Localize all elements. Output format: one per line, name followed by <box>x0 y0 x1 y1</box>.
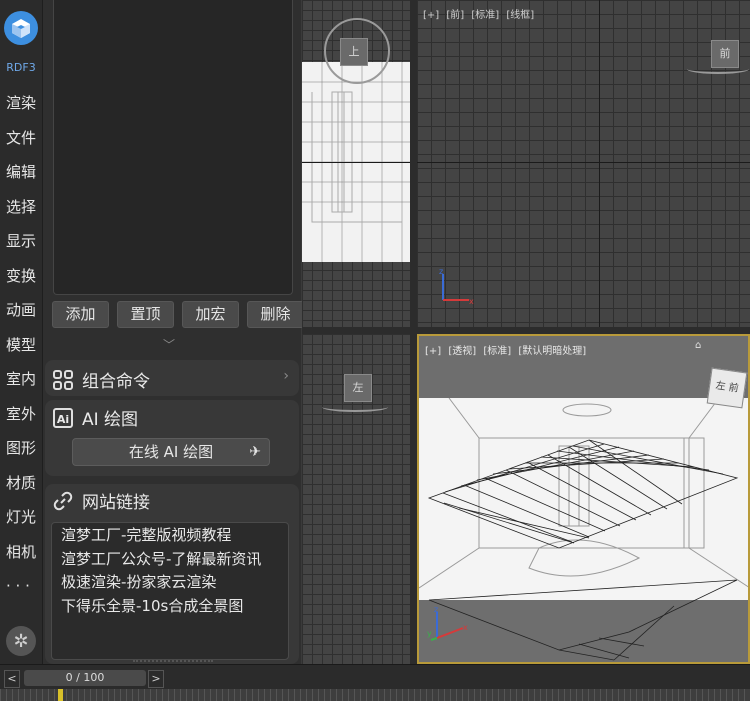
axis-line <box>599 0 600 327</box>
chevron-right-icon: › <box>283 368 289 384</box>
link-item[interactable]: 渲梦工厂-完整版视频教程 <box>52 524 288 548</box>
rail-menu-item[interactable]: 材质 <box>0 466 42 501</box>
rail-menu-item[interactable]: 变换 <box>0 259 42 294</box>
frame-counter[interactable]: 0 / 100 <box>24 670 146 686</box>
prev-frame-button[interactable]: < <box>4 670 20 688</box>
axis-line <box>417 162 750 163</box>
viewport-divider[interactable] <box>302 327 750 334</box>
rail-menu-item[interactable]: 相机 <box>0 535 42 570</box>
combo-command-section[interactable]: 组合命令 › <box>45 360 299 396</box>
viewport-label: [+] [透视] [标准] [默认明暗处理] <box>425 342 590 357</box>
rail-menu-item[interactable]: · · · <box>0 569 42 604</box>
viewcube-ring <box>322 402 388 412</box>
rail-menu-item[interactable]: 室外 <box>0 397 42 432</box>
axis-gizmo-icon: z x <box>439 268 474 306</box>
rail-menu: 渲染 文件 编辑 选择 显示 变换 动画 模型 室内 室外 图形 材质 灯光 相机 · · · <box>0 86 42 604</box>
online-ai-drawing-label: 在线 AI 绘图 <box>128 443 214 461</box>
add-button[interactable]: 添加 <box>52 301 109 328</box>
axis-gizmo-icon: z x y <box>427 606 468 641</box>
axis-line <box>302 162 410 163</box>
svg-text:x: x <box>469 297 474 306</box>
timeline: < 0 / 100 > <box>0 664 750 701</box>
time-slider-cursor[interactable] <box>58 689 63 701</box>
ai-badge-icon: Ai <box>53 407 73 428</box>
left-rail: RDF3 渲染 文件 编辑 选择 显示 变换 动画 模型 室内 室外 图形 材质 灯光 相机 · · · ✲ <box>0 0 43 664</box>
add-macro-button[interactable]: 加宏 <box>182 301 239 328</box>
link-icon <box>53 491 73 510</box>
rail-menu-item[interactable]: 显示 <box>0 224 42 259</box>
svg-text:z: z <box>434 606 438 614</box>
link-item[interactable]: 渲梦工厂公众号-了解最新资讯 <box>52 548 288 572</box>
viewcube-face-front: 前 <box>727 382 740 395</box>
link-item[interactable]: 下得乐全景-10s合成全景图 <box>52 595 288 619</box>
rail-menu-item[interactable]: 灯光 <box>0 500 42 535</box>
pin-top-button[interactable]: 置顶 <box>117 301 174 328</box>
timeline-track[interactable] <box>0 689 750 701</box>
viewport-label: [+] [前] [标准] [线框] <box>423 6 538 21</box>
svg-text:y: y <box>427 629 432 638</box>
viewcube-perspective[interactable]: 左 前 <box>706 367 748 409</box>
viewport-left[interactable]: 左 <box>302 334 410 664</box>
delete-button[interactable]: 删除 <box>247 301 304 328</box>
settings-gear-icon[interactable]: ✲ <box>6 626 36 656</box>
rail-menu-item[interactable]: 模型 <box>0 328 42 363</box>
rail-menu-item[interactable]: 动画 <box>0 293 42 328</box>
rail-menu-item[interactable]: 图形 <box>0 431 42 466</box>
vp-shading-menu[interactable]: [默认明暗处理] <box>518 346 586 357</box>
next-frame-button[interactable]: > <box>148 670 164 688</box>
rail-menu-item[interactable]: 编辑 <box>0 155 42 190</box>
viewport-top[interactable]: 上 <box>302 0 410 327</box>
plugin-panel: 添加 置顶 加宏 删除 ﹀ 组合命令 › Ai AI 绘图 在线 AI 绘图 ✈ <box>43 0 304 664</box>
pin-icon: ✈ <box>249 444 261 460</box>
vp-standard-menu[interactable]: [标准] <box>483 346 511 357</box>
combo-command-title: 组合命令 <box>82 372 150 392</box>
app-logo-icon[interactable] <box>4 11 38 45</box>
home-icon[interactable]: ⌂ <box>695 340 701 351</box>
ai-drawing-title: AI 绘图 <box>82 410 139 430</box>
viewcube-top[interactable]: 上 <box>340 38 368 66</box>
command-buttons: 添加 置顶 加宏 删除 <box>52 301 304 328</box>
rail-menu-item[interactable]: 文件 <box>0 121 42 156</box>
vp-shading-menu[interactable]: [线框] <box>506 10 534 21</box>
online-ai-drawing-button[interactable]: 在线 AI 绘图 ✈ <box>72 438 270 466</box>
viewcube-face-left: 左 <box>714 380 727 393</box>
viewport-front[interactable]: [+] [前] [标准] [线框] 前 z x <box>417 0 750 327</box>
viewcube-left[interactable]: 左 <box>344 374 372 402</box>
command-list[interactable] <box>53 0 293 295</box>
link-item[interactable]: 极速渲染-扮家家云渲染 <box>52 571 288 595</box>
vp-plus-menu[interactable]: [+] <box>425 346 441 357</box>
svg-text:x: x <box>463 623 468 632</box>
links-list: 渲梦工厂-完整版视频教程 渲梦工厂公众号-了解最新资讯 极速渲染-扮家家云渲染 … <box>51 522 289 660</box>
rail-menu-item[interactable]: 渲染 <box>0 86 42 121</box>
vp-standard-menu[interactable]: [标准] <box>471 10 499 21</box>
collapse-chevron-icon[interactable]: ﹀ <box>163 336 175 353</box>
website-links-title: 网站链接 <box>82 493 150 513</box>
rail-menu-item[interactable]: 室内 <box>0 362 42 397</box>
svg-text:z: z <box>439 268 443 276</box>
viewcube-ring <box>687 64 749 74</box>
grid-icon <box>53 369 73 390</box>
vp-plus-menu[interactable]: [+] <box>423 10 439 21</box>
vp-view-menu[interactable]: [前] <box>446 10 464 21</box>
rail-menu-item[interactable]: 选择 <box>0 190 42 225</box>
vp-view-menu[interactable]: [透视] <box>448 346 476 357</box>
viewport-perspective[interactable]: [+] [透视] [标准] [默认明暗处理] ⌂ 左 前 z x y <box>417 334 750 664</box>
version-label: RDF3 <box>6 61 36 74</box>
